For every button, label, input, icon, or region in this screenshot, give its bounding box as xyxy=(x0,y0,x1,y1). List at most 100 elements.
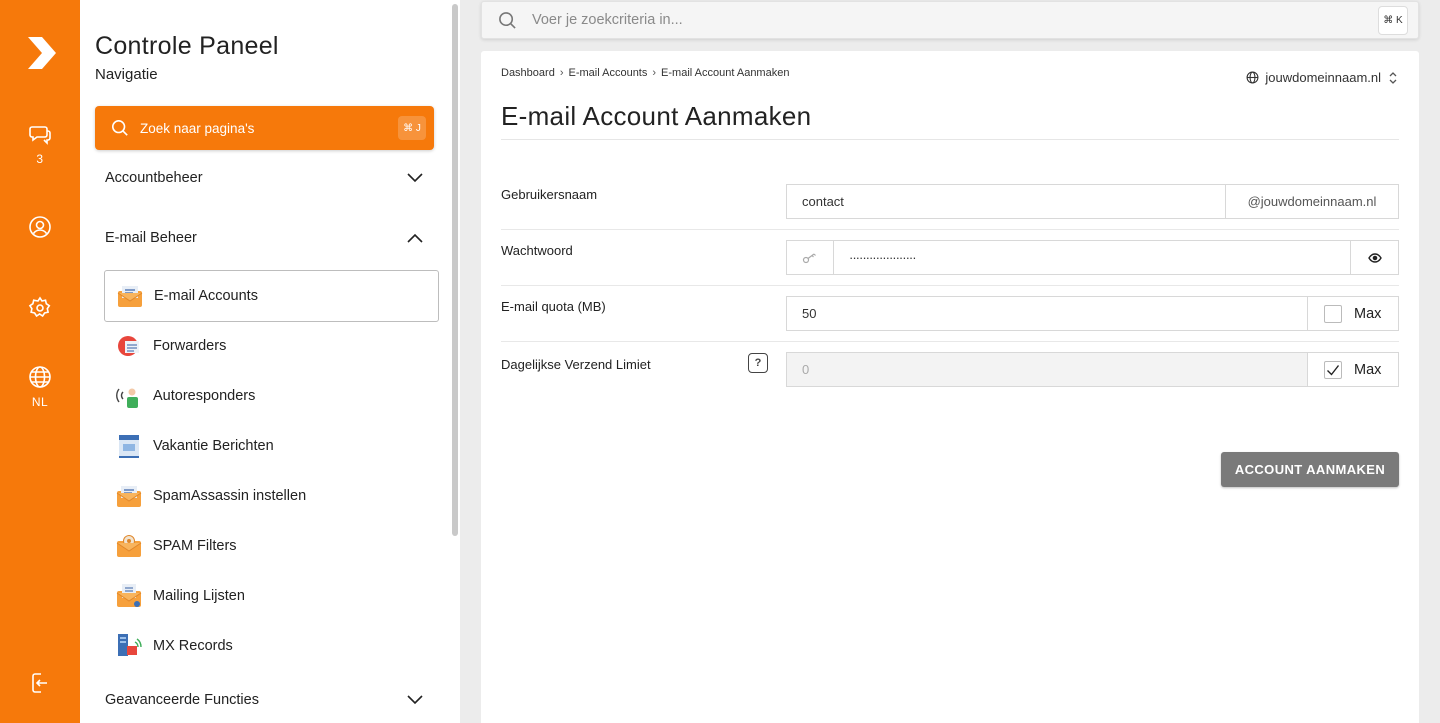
help-glyph: ? xyxy=(754,357,762,369)
row-divider xyxy=(501,341,1399,342)
username-value: contact xyxy=(802,194,844,209)
send-limit-value: 0 xyxy=(802,362,810,377)
checkmark-icon xyxy=(1327,364,1340,376)
email-envelope-icon xyxy=(116,281,144,311)
row-divider xyxy=(501,229,1399,230)
section-geavanceerde-functies[interactable]: Geavanceerde Functies xyxy=(105,692,423,708)
chevron-updown-icon xyxy=(1389,71,1397,84)
quota-max-toggle[interactable]: Max xyxy=(1307,296,1399,331)
help-icon[interactable]: ? xyxy=(748,353,768,373)
mx-records-icon xyxy=(115,631,143,661)
vacation-message-icon xyxy=(115,431,143,461)
search-icon xyxy=(499,11,516,29)
sidebar-scrollbar[interactable] xyxy=(452,4,458,536)
gear-icon xyxy=(28,296,51,318)
sidebar-subtitle: Navigatie xyxy=(95,66,158,83)
breadcrumb-current: E-mail Account Aanmaken xyxy=(661,67,790,79)
password-value: ···················· xyxy=(849,250,917,265)
sidebar-item-label: Forwarders xyxy=(153,338,227,354)
settings-button[interactable] xyxy=(0,296,80,320)
key-icon xyxy=(802,253,816,263)
autoresponder-icon xyxy=(115,381,143,411)
sidebar-search-input[interactable]: Zoek naar pagina's ⌘ J xyxy=(95,106,434,150)
breadcrumb: Dashboard › E-mail Accounts › E-mail Acc… xyxy=(501,67,789,79)
sidebar-item-spam-filters[interactable]: SPAM Filters xyxy=(104,520,439,572)
page-title: E-mail Account Aanmaken xyxy=(501,101,812,131)
sidebar-item-mailing-lijsten[interactable]: Mailing Lijsten xyxy=(104,570,439,622)
chevron-logo-icon xyxy=(28,37,56,69)
chevron-right-icon: › xyxy=(652,67,657,79)
icon-rail: 3 NL xyxy=(0,0,80,723)
section-label: Accountbeheer xyxy=(105,170,203,186)
sidebar-item-vakantie-berichten[interactable]: Vakantie Berichten xyxy=(104,420,439,472)
mailing-list-icon xyxy=(115,581,143,611)
breadcrumb-dashboard[interactable]: Dashboard xyxy=(501,67,555,79)
section-accountbeheer[interactable]: Accountbeheer xyxy=(105,170,423,186)
globe-icon xyxy=(29,366,51,388)
language-button[interactable]: NL xyxy=(0,365,80,409)
password-label: Wachtwoord xyxy=(501,243,573,258)
section-label: Geavanceerde Functies xyxy=(105,692,259,708)
chat-button[interactable]: 3 xyxy=(0,122,80,166)
logout-button[interactable] xyxy=(0,671,80,695)
sidebar-search-shortcut: ⌘ J xyxy=(398,116,426,140)
title-divider xyxy=(501,139,1399,140)
quota-max-label: Max xyxy=(1354,305,1382,322)
spamassassin-icon xyxy=(115,481,143,511)
sidebar-item-spamassassin[interactable]: SpamAssassin instellen xyxy=(104,470,439,522)
quota-value: 50 xyxy=(802,306,817,321)
send-limit-field: 0 xyxy=(786,352,1308,387)
global-search-input[interactable]: Voer je zoekcriteria in... ⌘ K xyxy=(481,1,1419,39)
send-limit-max-toggle[interactable]: Max xyxy=(1307,352,1399,387)
breadcrumb-email-accounts[interactable]: E-mail Accounts xyxy=(569,67,648,79)
toggle-password-visibility-button[interactable] xyxy=(1350,240,1399,275)
brand-logo[interactable] xyxy=(0,33,80,73)
user-circle-icon xyxy=(29,216,51,238)
chevron-down-icon xyxy=(407,173,423,183)
chat-count: 3 xyxy=(36,152,44,166)
sidebar-item-mx-records[interactable]: MX Records xyxy=(104,620,439,672)
global-search-shortcut: ⌘ K xyxy=(1378,6,1408,35)
sidebar-item-label: MX Records xyxy=(153,638,233,654)
eye-icon xyxy=(1367,252,1382,263)
spam-filter-icon xyxy=(115,531,143,561)
sidebar-item-label: SPAM Filters xyxy=(153,538,237,554)
send-limit-max-checkbox[interactable] xyxy=(1324,360,1342,379)
username-field[interactable]: contact xyxy=(786,184,1226,219)
row-divider xyxy=(501,285,1399,286)
sidebar-search-placeholder: Zoek naar pagina's xyxy=(140,120,255,136)
domain-selector-value: jouwdomeinnaam.nl xyxy=(1265,70,1381,85)
chevron-down-icon xyxy=(407,695,423,705)
language-label: NL xyxy=(31,395,49,409)
password-field[interactable]: ···················· xyxy=(833,240,1351,275)
quota-field[interactable]: 50 xyxy=(786,296,1308,331)
generate-password-button[interactable] xyxy=(786,240,834,275)
chevron-right-icon: › xyxy=(559,67,564,79)
profile-button[interactable] xyxy=(0,215,80,239)
sidebar-item-label: SpamAssassin instellen xyxy=(153,488,307,504)
username-domain-suffix: @jouwdomeinnaam.nl xyxy=(1225,184,1399,219)
sidebar: Controle Paneel Navigatie Zoek naar pagi… xyxy=(80,0,460,723)
search-icon xyxy=(111,119,128,136)
sidebar-item-autoresponders[interactable]: Autoresponders xyxy=(104,370,439,422)
create-account-button[interactable]: ACCOUNT AANMAKEN xyxy=(1221,452,1399,487)
sidebar-item-label: Vakantie Berichten xyxy=(153,438,274,454)
quota-max-checkbox[interactable] xyxy=(1324,304,1342,323)
send-limit-label: Dagelijkse Verzend Limiet xyxy=(501,357,651,372)
sidebar-item-forwarders[interactable]: Forwarders xyxy=(104,320,439,372)
quota-label: E-mail quota (MB) xyxy=(501,299,606,314)
sidebar-item-email-accounts[interactable]: E-mail Accounts xyxy=(104,270,439,322)
sidebar-item-label: Mailing Lijsten xyxy=(153,588,245,604)
sidebar-title: Controle Paneel xyxy=(95,32,279,60)
chevron-up-icon xyxy=(407,233,423,243)
globe-icon xyxy=(1246,71,1259,84)
section-label: E-mail Beheer xyxy=(105,230,197,246)
sidebar-item-label: E-mail Accounts xyxy=(154,288,258,304)
username-label: Gebruikersnaam xyxy=(501,187,598,202)
domain-selector[interactable]: jouwdomeinnaam.nl xyxy=(1246,70,1397,85)
section-email-beheer[interactable]: E-mail Beheer xyxy=(105,230,423,246)
logout-icon xyxy=(32,673,47,693)
forwarder-icon xyxy=(115,331,143,361)
main-panel: Dashboard › E-mail Accounts › E-mail Acc… xyxy=(481,51,1419,723)
sidebar-item-label: Autoresponders xyxy=(153,388,256,404)
